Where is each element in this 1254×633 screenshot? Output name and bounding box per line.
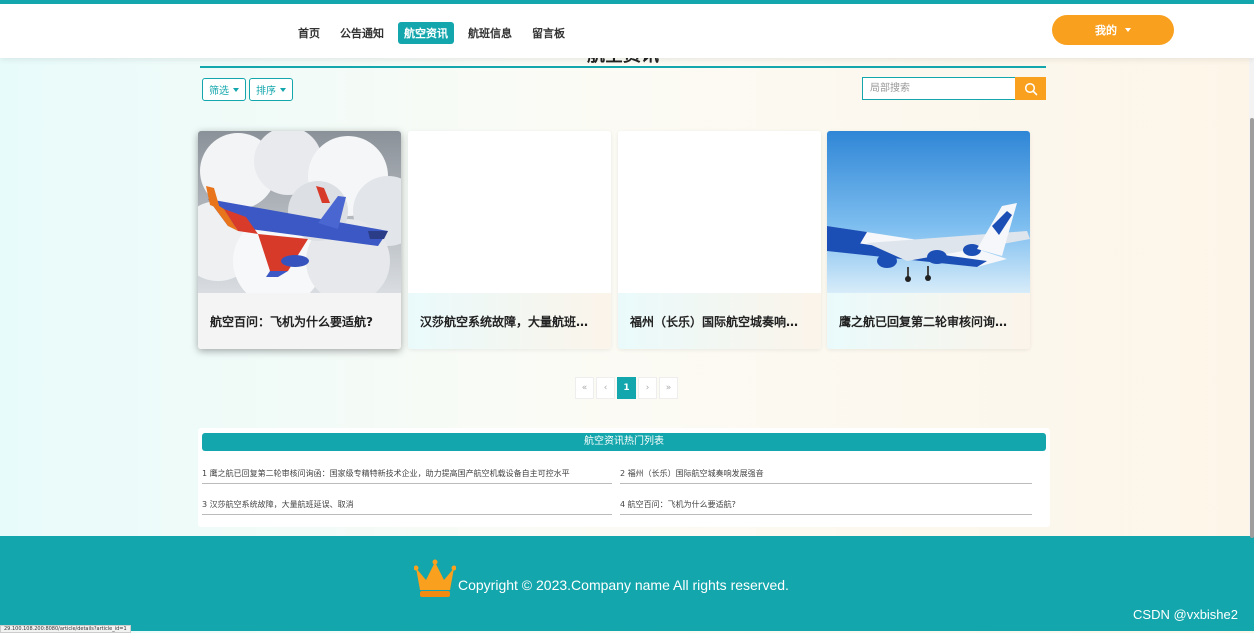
scrollbar-thumb[interactable]: [1250, 118, 1254, 538]
card-title: 航空百问：飞机为什么要适航?: [198, 293, 401, 349]
chevron-down-icon: [1125, 28, 1131, 32]
chevron-down-icon: [280, 87, 286, 92]
news-card[interactable]: 航空百问：飞机为什么要适航?: [198, 131, 401, 349]
chevron-down-icon: [233, 87, 239, 92]
sort-dropdown-button[interactable]: 排序: [249, 78, 293, 101]
scrollbar-track[interactable]: [1249, 58, 1254, 538]
card-image-plane-clouds: [198, 131, 401, 293]
news-card[interactable]: 汉莎航空系统故障，大量航班延误、取消: [408, 131, 611, 349]
nav-aviation-news[interactable]: 航空资讯: [398, 22, 454, 44]
nav-notices[interactable]: 公告通知: [334, 22, 390, 44]
hot-list-item[interactable]: 1 鹰之航已回复第二轮审核问询函：国家级专精特新技术企业，助力提高国产航空机载设…: [202, 464, 612, 484]
filter-dropdown-button[interactable]: 筛选: [202, 78, 246, 101]
status-bar-url: 29.100.108.200:8080/article/details?arti…: [0, 625, 131, 633]
footer: Copyright © 2023.Company name All rights…: [0, 536, 1254, 631]
filter-label: 筛选: [209, 86, 229, 97]
top-navbar: 首页 公告通知 航空资讯 航班信息 留言板 我的: [0, 0, 1254, 58]
main-nav: 首页 公告通知 航空资讯 航班信息 留言板: [292, 22, 571, 44]
card-title: 福州（长乐）国际航空城奏响发展强音: [618, 293, 821, 349]
hot-list-item[interactable]: 2 福州（长乐）国际航空城奏响发展强音: [620, 464, 1032, 484]
card-image-blank: [408, 131, 611, 293]
page-next-button[interactable]: ›: [638, 377, 657, 399]
hot-news-panel: 航空资讯热门列表 1 鹰之航已回复第二轮审核问询函：国家级专精特新技术企业，助力…: [198, 428, 1050, 527]
hot-list-item[interactable]: 3 汉莎航空系统故障，大量航班延误、取消: [202, 495, 612, 515]
card-title: 汉莎航空系统故障，大量航班延误、取消: [408, 293, 611, 349]
my-account-button[interactable]: 我的: [1052, 15, 1174, 45]
card-title: 鹰之航已回复第二轮审核问询函：国家级专精特新: [827, 293, 1030, 349]
watermark-text: CSDN @vxbishe2: [1133, 607, 1238, 622]
page-first-button[interactable]: «: [575, 377, 594, 399]
search-button[interactable]: [1015, 77, 1046, 100]
news-card[interactable]: 福州（长乐）国际航空城奏响发展强音: [618, 131, 821, 349]
nav-message-board[interactable]: 留言板: [526, 22, 571, 44]
search-input[interactable]: [862, 77, 1016, 100]
nav-flight-info[interactable]: 航班信息: [462, 22, 518, 44]
hot-list-title: 航空资讯热门列表: [202, 433, 1046, 451]
card-image-blank: [618, 131, 821, 293]
sort-label: 排序: [256, 86, 276, 97]
news-card[interactable]: 鹰之航已回复第二轮审核问询函：国家级专精特新: [827, 131, 1030, 349]
page-last-button[interactable]: »: [659, 377, 678, 399]
nav-home[interactable]: 首页: [292, 22, 326, 44]
my-account-label: 我的: [1095, 25, 1117, 37]
hot-list-item[interactable]: 4 航空百问：飞机为什么要适航?: [620, 495, 1032, 515]
copyright-text: Copyright © 2023.Company name All rights…: [458, 577, 789, 593]
card-image-plane-sky: [827, 131, 1030, 293]
search-icon: [1024, 82, 1037, 95]
page-prev-button[interactable]: ‹: [596, 377, 615, 399]
pagination: « ‹ 1 › »: [575, 377, 678, 399]
page-current-button[interactable]: 1: [617, 377, 636, 399]
crown-icon: [414, 559, 456, 597]
